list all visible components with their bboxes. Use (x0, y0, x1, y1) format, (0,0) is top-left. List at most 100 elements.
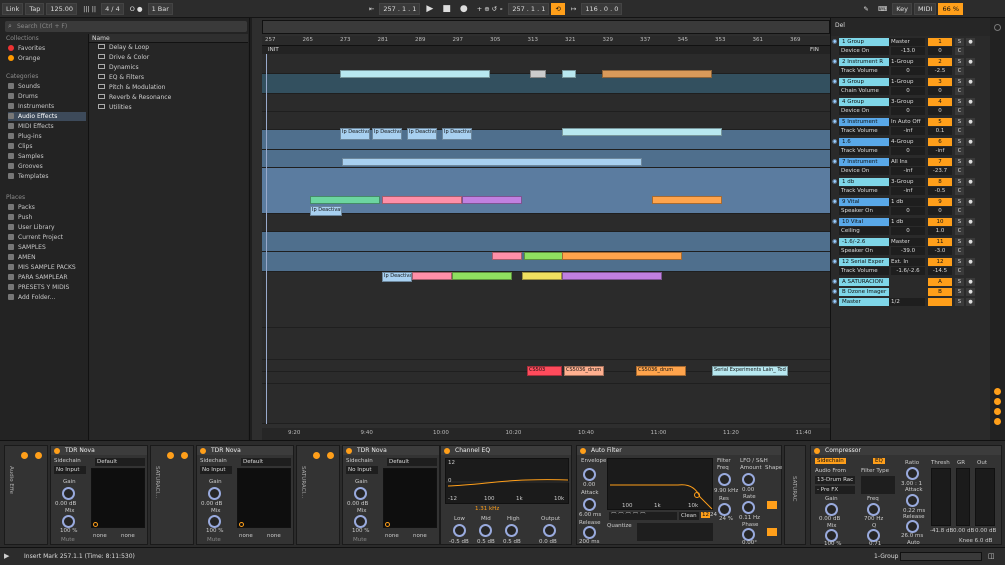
automation-select[interactable]: Track Volume (839, 187, 889, 195)
fold-icon[interactable]: ◉ (832, 298, 837, 305)
track-sub-row[interactable]: Speaker On -3.0 C -39.0 (831, 247, 991, 256)
arm-icon[interactable]: ● (966, 198, 975, 206)
automation-select[interactable]: Track Volume (839, 67, 889, 75)
orange-toggle-b[interactable] (994, 398, 1001, 405)
tempo-field[interactable]: 125.00 (46, 2, 78, 15)
arm-icon[interactable]: ● (966, 138, 975, 146)
arm-icon[interactable]: ● (966, 98, 975, 106)
file-item[interactable]: Drive & Color (89, 53, 248, 63)
track-sub-row[interactable]: Track Volume 0.1 C -inf (831, 127, 991, 136)
af-attack-knob[interactable] (583, 498, 596, 511)
place-item[interactable]: User Library (8, 223, 86, 232)
track-header[interactable]: ◉ 10 Vital 1 db 10 S ● (831, 218, 991, 227)
solo-button[interactable]: S (955, 58, 964, 66)
comp-release-knob[interactable] (906, 520, 919, 533)
category-item[interactable]: Audio Effects (8, 112, 86, 121)
category-item[interactable]: MIDI Effects (8, 122, 86, 131)
overdub-icon[interactable]: + ⊕ ↺ ∘ (474, 3, 507, 15)
follow-icon[interactable]: ⇤ (366, 3, 377, 15)
af-res-knob[interactable] (718, 503, 731, 516)
eq-high-knob[interactable] (505, 524, 518, 537)
link-button[interactable]: Link (2, 2, 24, 15)
band-none-2[interactable]: none (413, 533, 427, 539)
track-activator[interactable] (928, 298, 952, 306)
mini-overview[interactable] (900, 552, 982, 561)
af-freq-knob[interactable] (718, 473, 731, 486)
fold-icon[interactable]: ◉ (832, 38, 837, 45)
track-lane[interactable] (262, 214, 830, 232)
power-icon[interactable] (444, 448, 450, 454)
solo-button[interactable]: S (955, 98, 964, 106)
arm-icon[interactable]: ● (966, 158, 975, 166)
solo-button[interactable]: S (955, 298, 964, 306)
track-pan[interactable]: 0 (891, 67, 925, 75)
comp-attack-knob[interactable] (906, 494, 919, 507)
track-header[interactable]: ◉ 1 db 3-Group 8 S ● (831, 178, 991, 187)
automation-select[interactable]: Speaker On (839, 207, 889, 215)
cue-button[interactable]: C (955, 127, 964, 135)
category-item[interactable]: Grooves (8, 162, 86, 171)
track-pan[interactable]: 0 (891, 227, 925, 235)
eq-freq-value[interactable]: 1.31 kHz (475, 506, 499, 512)
cue-button[interactable]: C (955, 267, 964, 275)
band-none-1[interactable]: none (385, 533, 399, 539)
track-name[interactable]: -1.6/-2.6 (839, 238, 889, 246)
automation-select[interactable]: Track Volume (839, 147, 889, 155)
af-12-button[interactable]: 12 (701, 512, 710, 518)
clip[interactable]: CS5036_drum (564, 366, 604, 376)
power-icon[interactable] (814, 448, 820, 454)
solo-button[interactable]: S (955, 158, 964, 166)
fold-icon[interactable]: ◉ (832, 278, 837, 285)
clip[interactable]: Ip Deactivat (310, 206, 342, 216)
mute-button[interactable]: Mute (61, 537, 75, 543)
gain-knob[interactable] (354, 487, 367, 500)
clip[interactable] (340, 70, 490, 78)
file-item[interactable]: Dynamics (89, 63, 248, 73)
arm-icon[interactable]: ● (966, 218, 975, 226)
track-name[interactable]: 4 Group (839, 98, 889, 106)
category-item[interactable]: Templates (8, 172, 86, 181)
clip[interactable] (562, 252, 682, 260)
category-item[interactable]: Clips (8, 142, 86, 151)
mix-knob[interactable] (354, 515, 367, 528)
track-lane[interactable] (262, 272, 830, 328)
clip[interactable] (342, 158, 642, 166)
clip[interactable] (652, 196, 722, 204)
fold-icon[interactable]: ◉ (832, 198, 837, 205)
strip-power-icon[interactable] (167, 452, 174, 459)
track-name[interactable]: 2 Instrument R (839, 58, 889, 66)
category-item[interactable]: Sounds (8, 82, 86, 91)
strip-power-icon[interactable] (313, 452, 320, 459)
track-name[interactable]: 1 db (839, 178, 889, 186)
punch-icon[interactable]: ↦ (568, 3, 579, 15)
orange-toggle-a[interactable] (994, 388, 1001, 395)
locator-lane[interactable]: INIT FIN (262, 46, 830, 54)
track-header[interactable]: ◉ 5 Instrument In Auto Off 5 S ● (831, 118, 991, 127)
place-item[interactable]: SAMPLES (8, 243, 86, 252)
place-item[interactable]: AMEN (8, 253, 86, 262)
band-none-1[interactable]: none (239, 533, 253, 539)
track-lane[interactable] (262, 328, 830, 360)
power-icon[interactable] (580, 448, 586, 454)
clip[interactable] (462, 196, 522, 204)
comp-knee-value[interactable]: Knee 6.0 dB (959, 538, 992, 544)
af-sync-toggle[interactable] (767, 528, 777, 536)
cue-button[interactable]: C (955, 147, 964, 155)
solo-button[interactable]: S (955, 78, 964, 86)
arm-icon[interactable]: ● (966, 278, 975, 286)
loop-toggle-icon[interactable]: ⟲ (551, 2, 565, 15)
eq-output-knob[interactable] (543, 524, 556, 537)
sidechain-input-select[interactable]: No Input (200, 466, 232, 474)
track-pan[interactable]: 0 (891, 207, 925, 215)
key-map-button[interactable]: Key (892, 2, 913, 15)
loop-start[interactable]: 257 . 1 . 1 (508, 2, 550, 15)
channel-eq-header[interactable]: Channel EQ (441, 446, 571, 455)
track-pan[interactable]: -39.0 (891, 247, 925, 255)
automation-select[interactable]: Track Volume (839, 267, 889, 275)
clip[interactable]: CS5036_drum (636, 366, 686, 376)
tdr-display[interactable] (91, 468, 145, 528)
track-name[interactable]: B Ozone Imager (839, 288, 889, 296)
track-pan[interactable]: -13.0 (891, 47, 925, 55)
track-volume[interactable]: -23.7 (928, 167, 952, 175)
comp-gain-knob[interactable] (825, 503, 838, 516)
